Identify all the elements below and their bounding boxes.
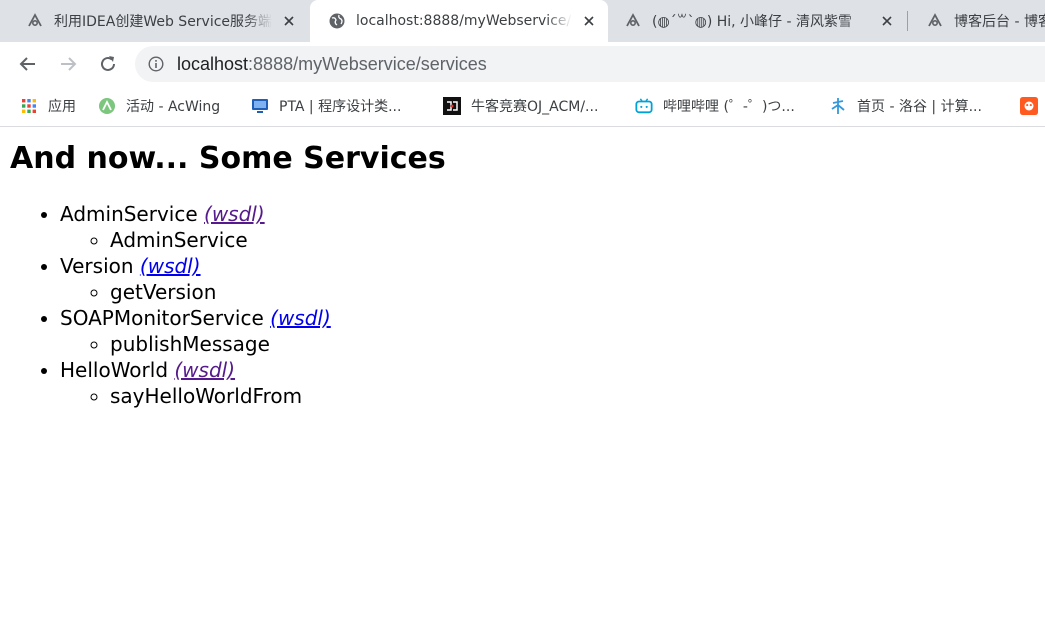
services-list: AdminService (wsdl) AdminService Version… (10, 201, 1045, 409)
service-item-adminservice: AdminService (wsdl) AdminService (60, 201, 1045, 253)
bookmark-label: 首页 - 洛谷 | 计算... (857, 99, 982, 115)
tab-title: localhost:8888/myWebservice/services (356, 13, 572, 29)
bilibili-icon (635, 97, 653, 115)
close-tab-icon[interactable] (280, 12, 298, 30)
nowcoder-icon (443, 97, 461, 115)
cnblogs-icon (926, 12, 944, 30)
service-name: Version (60, 254, 134, 278)
reload-icon (101, 56, 115, 71)
method-list: AdminService (60, 227, 1045, 253)
service-item-soapmonitorservice: SOAPMonitorService (wsdl) publishMessage (60, 305, 1045, 357)
bookmarks-bar: 应用 活动 - AcWing PTA | 程序设计类... 牛客竞赛OJ_ACM… (0, 86, 1045, 127)
pta-icon (251, 97, 269, 115)
method-list: publishMessage (60, 331, 1045, 357)
bookmark-label: 牛客竞赛OJ_ACM/... (471, 99, 599, 115)
bookmark-apps[interactable]: 应用 (20, 86, 76, 126)
wsdl-link[interactable]: (wsdl) (204, 202, 265, 226)
browser-toolbar: localhost:8888/myWebservice/services (0, 42, 1045, 86)
acwing-icon (98, 97, 116, 115)
method-item: AdminService (110, 227, 1045, 253)
url-text[interactable]: localhost:8888/myWebservice/services (177, 54, 487, 75)
tab-title: 博客后台 - 博客园 (954, 14, 1045, 30)
apps-grid-icon (20, 97, 38, 115)
service-name: SOAPMonitorService (60, 306, 264, 330)
bookmark-label: PTA | 程序设计类... (279, 99, 402, 115)
wsdl-link[interactable]: (wsdl) (174, 358, 235, 382)
cnblogs-icon (26, 12, 44, 30)
orange-app-icon (1020, 97, 1038, 115)
page-title: And now... Some Services (10, 141, 446, 176)
url-path: :8888/myWebservice/services (248, 53, 487, 74)
method-item: getVersion (110, 279, 1045, 305)
page-content: And now... Some Services AdminService (w… (0, 139, 1045, 409)
url-host: localhost (177, 53, 249, 74)
bookmark-nowcoder[interactable]: 牛客竞赛OJ_ACM/... (443, 86, 598, 126)
bookmark-label: 哔哩哔哩 (゜-゜)つ... (663, 99, 795, 115)
bookmark-bilibili[interactable]: 哔哩哔哩 (゜-゜)つ... (635, 86, 795, 126)
service-name: AdminService (60, 202, 198, 226)
bookmark-label: 应用 (48, 99, 76, 115)
method-item: publishMessage (110, 331, 1045, 357)
bookmark-overflow-item[interactable] (1020, 86, 1045, 126)
method-item: sayHelloWorldFrom (110, 383, 1045, 409)
method-list: getVersion (60, 279, 1045, 305)
luogu-icon (829, 97, 847, 115)
tab-strip: 利用IDEA创建Web Service服务端 localhost:8888/my… (0, 0, 1045, 42)
reload-button[interactable] (90, 46, 126, 82)
tab-blog-home[interactable]: (◍´꒳`◍) Hi, 小峰仔 - 清风紫雪 (606, 0, 906, 42)
tab-title: (◍´꒳`◍) Hi, 小峰仔 - 清风紫雪 (652, 14, 853, 30)
arrow-left-icon (19, 57, 35, 71)
method-list: sayHelloWorldFrom (60, 383, 1045, 409)
service-item-helloworld: HelloWorld (wsdl) sayHelloWorldFrom (60, 357, 1045, 409)
cnblogs-icon (624, 12, 642, 30)
info-icon[interactable] (147, 55, 165, 73)
forward-button[interactable] (50, 46, 86, 82)
bookmark-pta[interactable]: PTA | 程序设计类... (251, 86, 401, 126)
service-name: HelloWorld (60, 358, 169, 382)
service-item-version: Version (wsdl) getVersion (60, 253, 1045, 305)
wsdl-link[interactable]: (wsdl) (140, 254, 201, 278)
close-tab-icon[interactable] (580, 12, 598, 30)
bookmark-acwing[interactable]: 活动 - AcWing (98, 86, 220, 126)
back-button[interactable] (10, 46, 46, 82)
address-bar[interactable]: localhost:8888/myWebservice/services (135, 46, 1045, 82)
tab-localhost-services[interactable]: localhost:8888/myWebservice/services (310, 0, 608, 42)
tab-idea-webservice[interactable]: 利用IDEA创建Web Service服务端 (8, 0, 308, 42)
globe-icon (328, 12, 346, 30)
tab-title: 利用IDEA创建Web Service服务端 (54, 14, 272, 30)
wsdl-link[interactable]: (wsdl) (270, 306, 331, 330)
close-tab-icon[interactable] (878, 12, 896, 30)
bookmark-label: 活动 - AcWing (126, 99, 221, 115)
tab-blog-admin[interactable]: 博客后台 - 博客园 (908, 0, 1045, 42)
bookmark-luogu[interactable]: 首页 - 洛谷 | 计算... (829, 86, 982, 126)
arrow-right-icon (61, 57, 77, 71)
